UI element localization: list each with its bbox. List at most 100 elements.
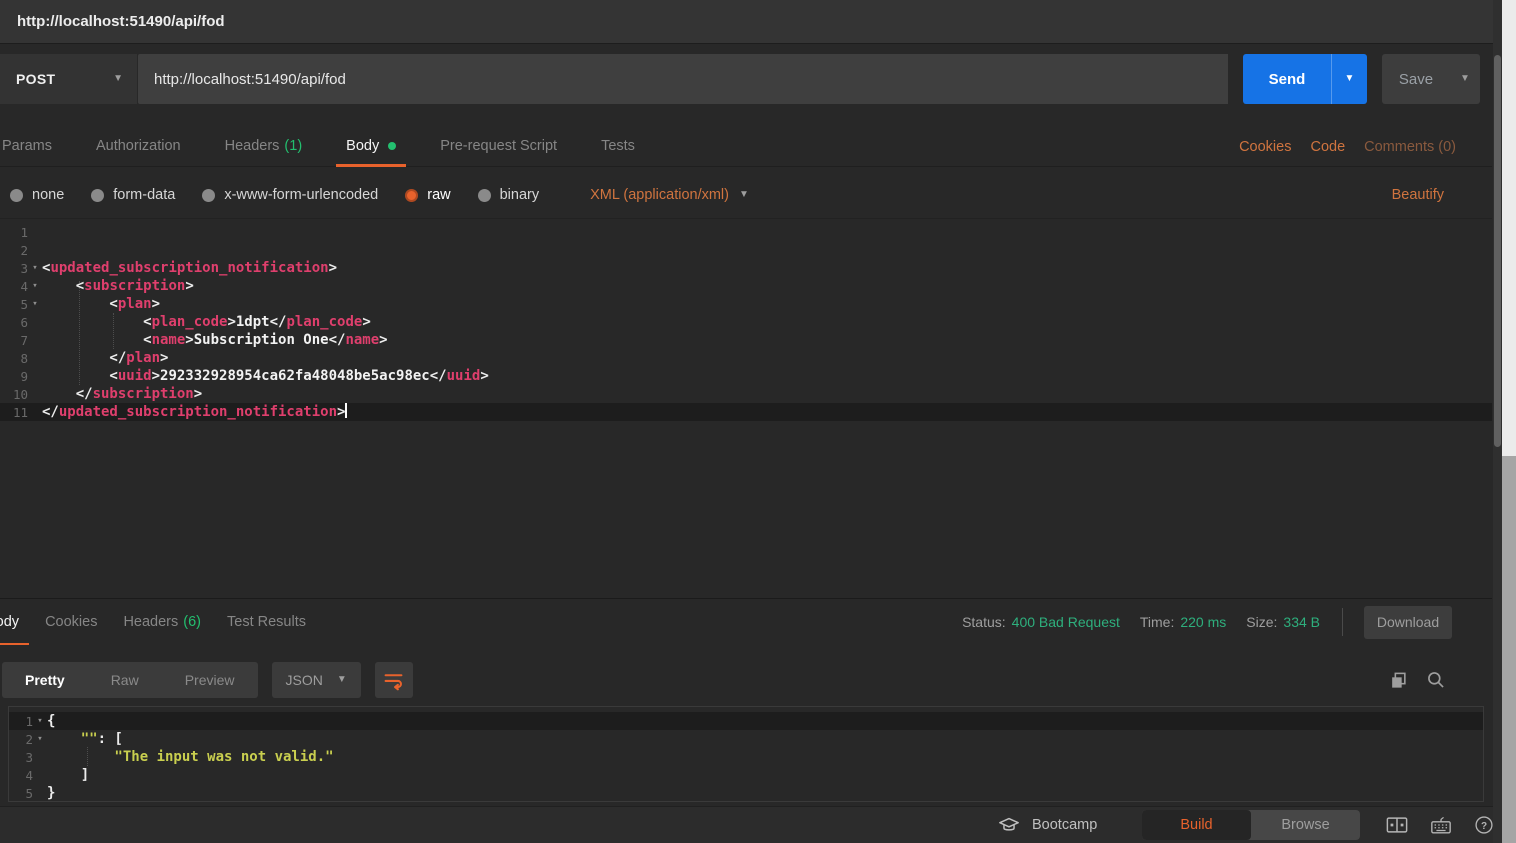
response-header: Body Cookies Headers(6) Test Results Status…	[0, 598, 1492, 645]
body-type-form-data[interactable]: form-data	[91, 187, 175, 203]
body-type-none[interactable]: none	[10, 187, 64, 203]
radio-label: raw	[427, 187, 451, 203]
code-token: subscription	[92, 386, 194, 402]
download-button[interactable]: Download	[1364, 605, 1452, 639]
code-line: 2	[0, 241, 1492, 259]
response-tab-headers[interactable]: Headers (6)	[123, 599, 201, 645]
content-type-value: XML (application/xml)	[590, 187, 729, 203]
radio-icon	[202, 188, 216, 202]
fold-caret-icon[interactable]: ▾	[28, 299, 42, 309]
response-tab-test-results[interactable]: Test Results	[227, 599, 306, 645]
tab-body[interactable]: Body	[336, 126, 407, 167]
code-link[interactable]: Code	[1310, 139, 1345, 155]
tab-tests[interactable]: Tests	[601, 126, 635, 167]
view-pretty[interactable]: Pretty	[2, 662, 88, 698]
bootcamp-button[interactable]: Bootcamp	[998, 816, 1097, 834]
line-number: 4	[20, 278, 28, 294]
search-button[interactable]	[1426, 670, 1446, 690]
tab-label: Authorization	[95, 138, 181, 154]
app-scrollbar-thumb[interactable]	[1494, 55, 1501, 447]
radio-icon	[10, 188, 23, 202]
fold-caret-icon[interactable]: ▾	[33, 716, 47, 726]
tab-authorization[interactable]: Authorization	[96, 126, 181, 167]
body-type-row: none form-data x-www-form-urlencoded raw bin…	[0, 176, 1492, 214]
line-number: 9	[20, 368, 28, 384]
window-scrollbar[interactable]	[1502, 0, 1516, 843]
url-field-wrap	[138, 54, 1228, 104]
code-token: >	[185, 332, 194, 348]
code-text: <updated_subscription_notification>	[42, 259, 337, 277]
keyboard-icon	[1431, 817, 1451, 834]
fold-caret-icon[interactable]: ▾	[33, 734, 47, 744]
tab-pre-request-script[interactable]: Pre-request Script	[440, 126, 557, 167]
code-token: uuid	[117, 368, 152, 384]
response-tab-body[interactable]: Body	[0, 599, 30, 645]
text-cursor-icon	[345, 403, 348, 418]
two-pane-view-button[interactable]	[1386, 816, 1408, 834]
beautify-button[interactable]: Beautify	[1392, 187, 1444, 203]
radio-icon	[477, 188, 491, 202]
send-button[interactable]: Send ▼	[1243, 54, 1367, 104]
code-token: Subscription One	[193, 332, 329, 348]
url-input[interactable]	[138, 70, 1228, 88]
body-type-x-www-form-urlencoded[interactable]: x-www-form-urlencoded	[202, 187, 378, 203]
request-tabs: Params Authorization Headers (1) Body Pre-req…	[0, 126, 1492, 167]
tab-label: Tests	[601, 138, 635, 154]
code-line: 10 </subscription>	[0, 385, 1492, 403]
code-token: >	[337, 404, 346, 420]
time-value: 220 ms	[1180, 614, 1227, 630]
code-line: 1 ▾{	[9, 712, 1483, 730]
copy-button[interactable]	[1389, 671, 1408, 690]
tab-headers[interactable]: Headers (1)	[225, 126, 303, 167]
response-body-viewer[interactable]: 1 ▾{2 ▾ "": [3 "The input was not valid." 4…	[8, 706, 1484, 802]
svg-text:?: ?	[1481, 821, 1487, 832]
save-options-button[interactable]: ▼	[1450, 54, 1480, 104]
app-scrollbar[interactable]	[1493, 0, 1502, 843]
keyboard-shortcuts-button[interactable]	[1430, 815, 1452, 835]
response-tab-cookies[interactable]: Cookies	[45, 599, 97, 645]
build-toggle[interactable]: Build	[1142, 810, 1251, 840]
code-token: plan	[126, 350, 161, 366]
response-meta: Status: 400 Bad Request Time: 220 ms Size:…	[942, 605, 1452, 639]
request-tabs-links: Cookies Code Comments (0)	[1220, 126, 1456, 167]
content-type-select[interactable]: XML (application/xml) ▼	[590, 186, 749, 204]
code-text: "The input was not valid."	[47, 748, 333, 766]
line-number: 1	[20, 224, 28, 240]
cookies-link[interactable]: Cookies	[1239, 139, 1291, 155]
view-raw[interactable]: Raw	[88, 662, 162, 698]
browse-toggle[interactable]: Browse	[1251, 810, 1360, 840]
send-options-button[interactable]: ▼	[1331, 54, 1367, 104]
view-preview[interactable]: Preview	[162, 662, 258, 698]
chevron-down-icon: ▼	[113, 73, 123, 84]
line-number: 7	[20, 332, 28, 348]
help-button[interactable]: ?	[1474, 815, 1494, 835]
line-number: 4	[25, 767, 33, 783]
code-text: <plan>	[42, 295, 160, 313]
tab-params[interactable]: Params	[2, 126, 52, 167]
body-type-raw[interactable]: raw	[405, 187, 451, 203]
comments-0-link[interactable]: Comments (0)	[1364, 139, 1456, 155]
request-body-editor[interactable]: 1 2 3 ▾ <updated_subscription_notification> 4…	[0, 218, 1492, 592]
code-token: }	[47, 785, 56, 801]
code-line: 11 </updated_subscription_notification>	[0, 403, 1492, 421]
size-value: 334 B	[1283, 614, 1320, 630]
wrap-text-button[interactable]	[374, 662, 413, 698]
code-token: updated_subscription_notification	[58, 404, 338, 420]
window-scrollbar-thumb[interactable]	[1502, 0, 1516, 456]
two-pane-view-icon	[1386, 817, 1408, 833]
line-number: 3	[20, 260, 28, 276]
code-token: >	[160, 350, 169, 366]
code-token: name	[345, 332, 380, 348]
tab-count: (6)	[183, 614, 201, 630]
response-format-select[interactable]: JSON ▼	[271, 662, 361, 698]
response-format-value: JSON	[285, 672, 323, 688]
code-token: </	[42, 350, 127, 366]
chevron-down-icon: ▼	[336, 674, 347, 685]
code-text: <plan_code>1dpt</plan_code>	[42, 313, 371, 331]
fold-caret-icon[interactable]: ▾	[28, 281, 42, 291]
method-select[interactable]: POST ▼	[0, 54, 137, 104]
fold-caret-icon[interactable]: ▾	[28, 263, 42, 273]
save-button[interactable]: Save ▼	[1382, 54, 1480, 104]
body-type-binary[interactable]: binary	[477, 187, 539, 203]
status-field: Status: 400 Bad Request	[962, 614, 1120, 630]
